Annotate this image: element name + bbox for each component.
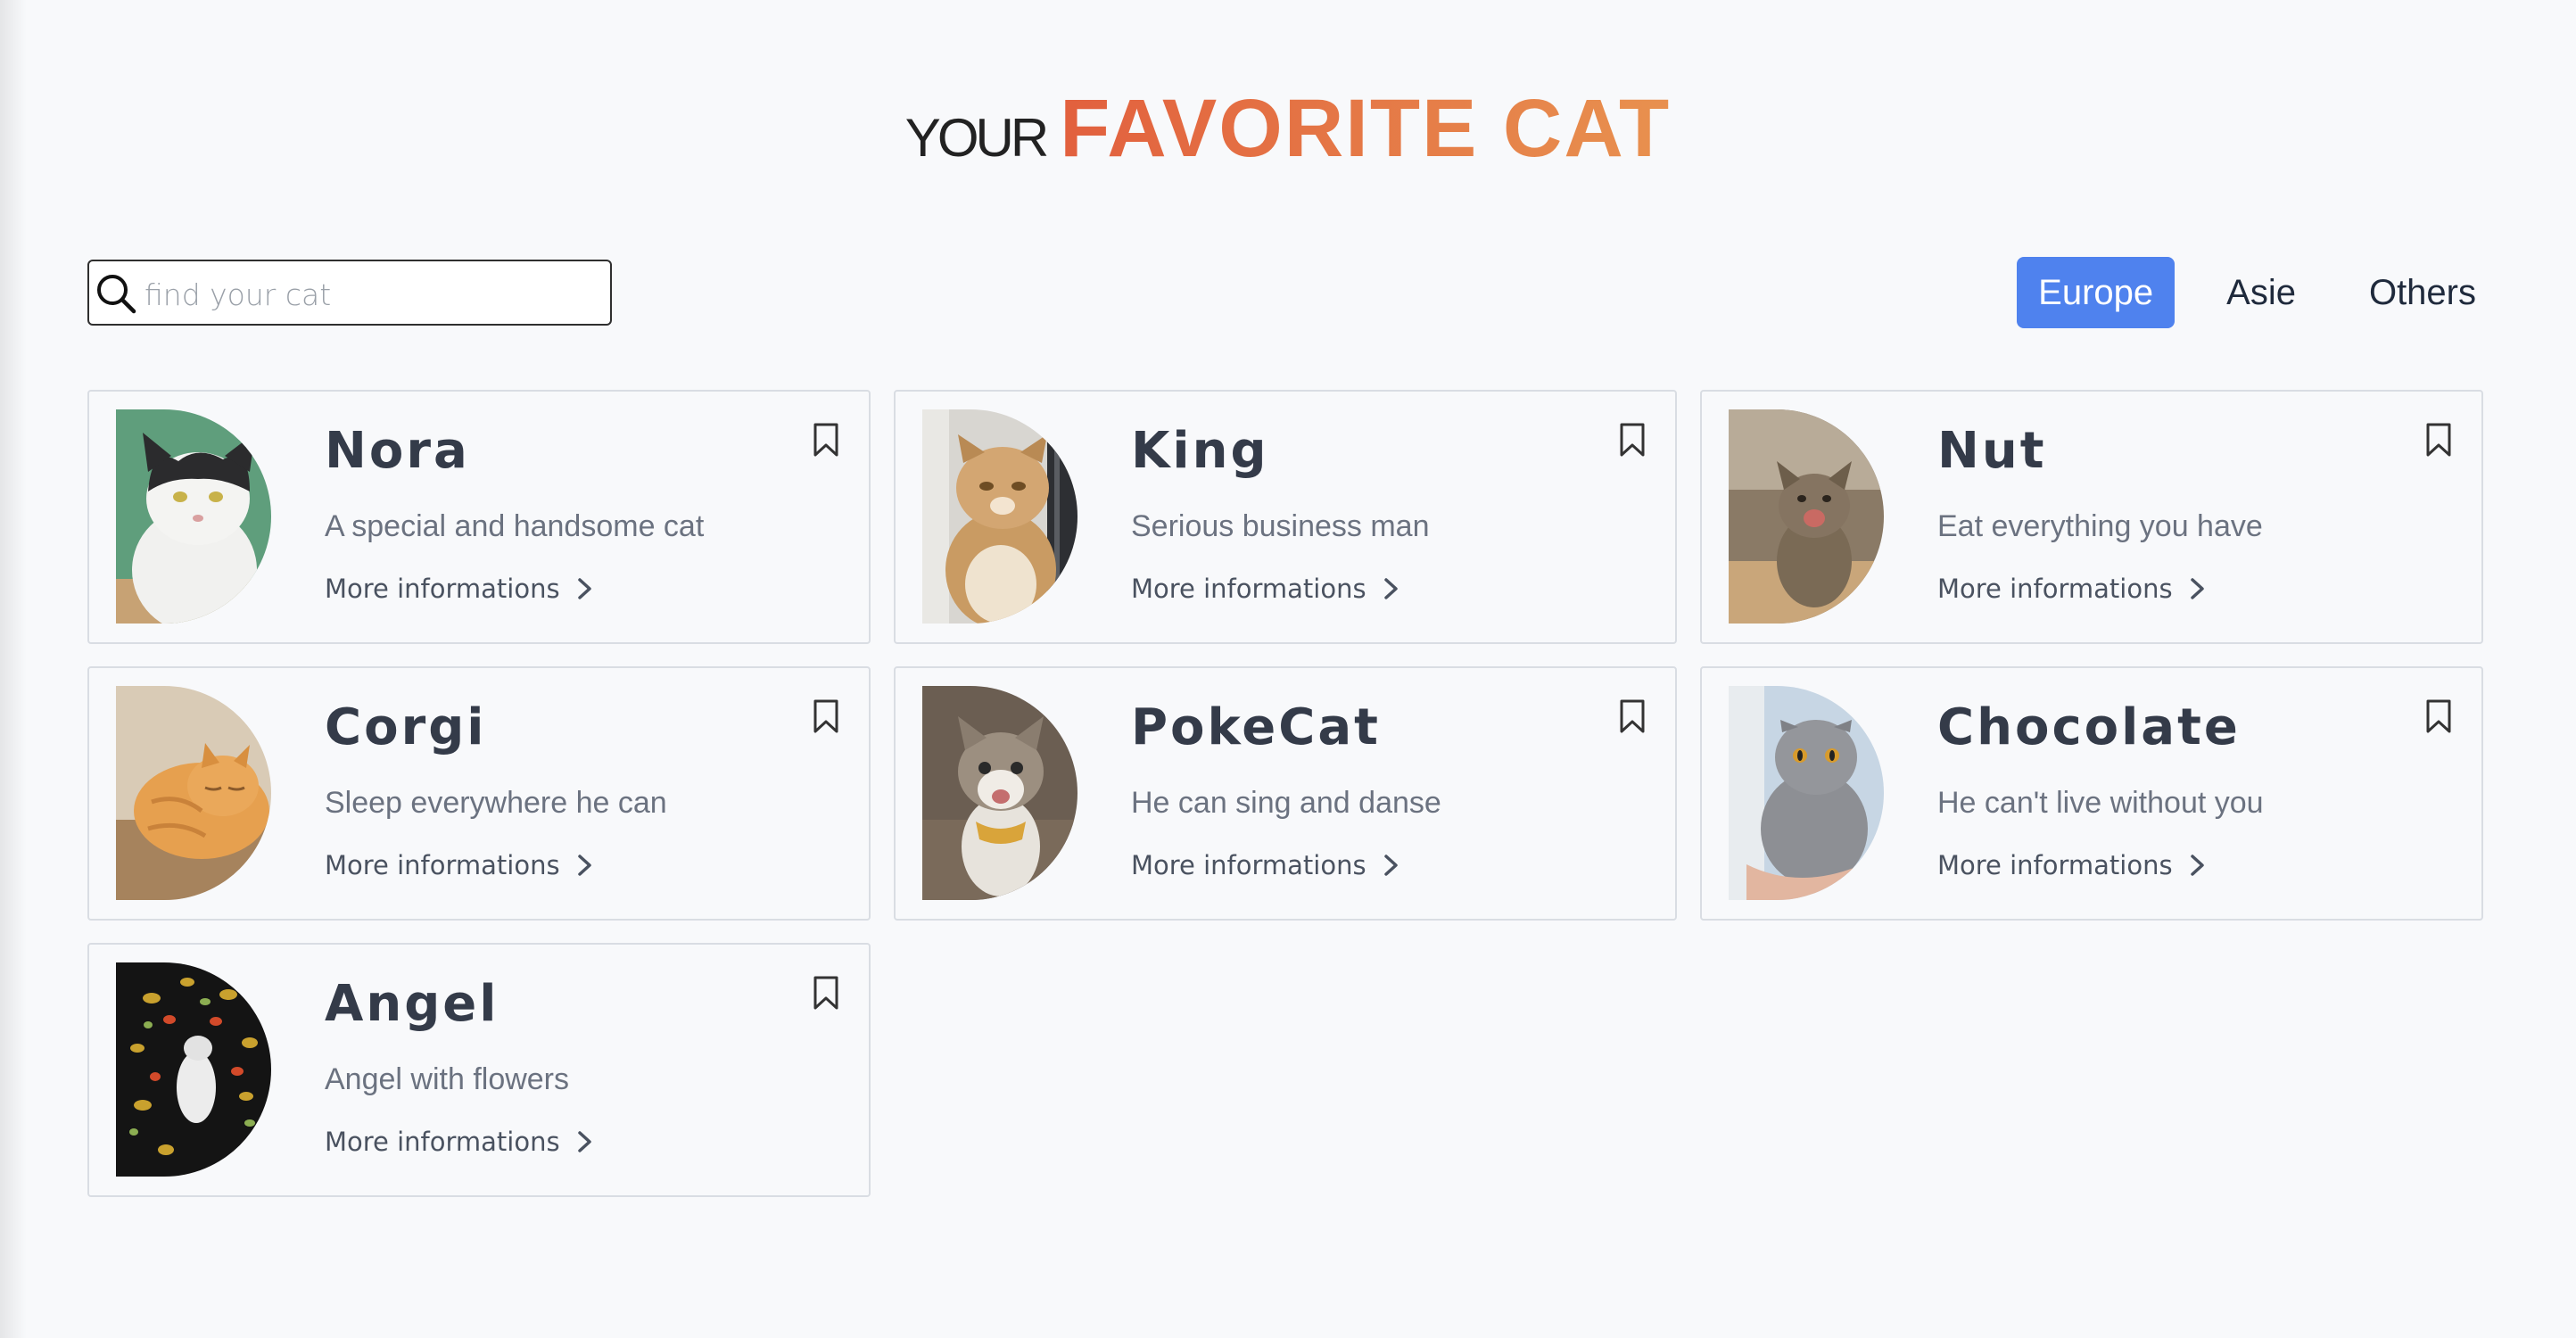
cat-description: Angel with flowers [325,1062,570,1096]
title-prefix: YOUR [904,108,1049,168]
more-info-link[interactable]: More informations [1131,574,1400,604]
bookmark-icon[interactable] [812,698,840,734]
cat-photo-image [922,686,1077,900]
more-info-link[interactable]: More informations [325,574,594,604]
chevron-right-icon [577,855,591,876]
cat-description: A special and handsome cat [325,509,705,543]
more-info-label: More informations [1937,850,2173,880]
cat-photo-chocolate [1729,686,1884,900]
cat-photo-image [116,962,271,1177]
more-info-label: More informations [325,850,560,880]
cat-photo-image [1729,686,1884,900]
cat-description: Sleep everywhere he can [325,786,667,820]
more-info-link[interactable]: More informations [325,850,594,880]
cat-description: Serious business man [1131,509,1430,543]
more-info-label: More informations [325,1127,560,1157]
chevron-right-icon [1383,855,1398,876]
cat-name: Chocolate [1937,698,2241,756]
chevron-right-icon [577,578,591,599]
cat-name: Angel [325,975,500,1033]
bookmark-icon[interactable] [2424,422,2453,458]
more-info-link[interactable]: More informations [1131,850,1400,880]
cat-card-nora: Nora A special and handsome cat More inf… [87,390,871,644]
more-info-label: More informations [1131,850,1366,880]
search-input[interactable] [143,268,601,320]
more-info-label: More informations [325,574,560,604]
tab-asie[interactable]: Asie [2205,257,2317,328]
tab-others[interactable]: Others [2348,257,2498,328]
chevron-right-icon [2190,855,2204,876]
cat-card-king: King Serious business man More informati… [894,390,1677,644]
cat-photo-nora [116,409,271,624]
search-box[interactable] [87,260,612,326]
cat-description: He can sing and danse [1131,786,1441,820]
cat-name: Nut [1937,422,2047,480]
page-edge-shadow [0,0,27,1338]
cat-card-chocolate: Chocolate He can't live without you More… [1700,666,2483,921]
bookmark-icon[interactable] [812,422,840,458]
search-icon [97,275,136,314]
cat-name: King [1131,422,1269,480]
cat-description: Eat everything you have [1937,509,2263,543]
cat-photo-king [922,409,1077,624]
more-info-link[interactable]: More informations [1937,850,2207,880]
bookmark-icon[interactable] [1618,422,1647,458]
page-title: YOUR FAVORITE CAT [0,82,2576,176]
cat-photo-image [922,409,1077,624]
cat-photo-pokecat [922,686,1077,900]
cat-card-pokecat: PokeCat He can sing and danse More infor… [894,666,1677,921]
cat-description: He can't live without you [1937,786,2264,820]
cat-name: PokeCat [1131,698,1381,756]
cat-photo-nut [1729,409,1884,624]
cat-card-corgi: Corgi Sleep everywhere he can More infor… [87,666,871,921]
bookmark-icon[interactable] [812,975,840,1011]
cat-card-nut: Nut Eat everything you have More informa… [1700,390,2483,644]
title-main: FAVORITE CAT [1060,83,1672,174]
chevron-right-icon [1383,578,1398,599]
cat-photo-corgi [116,686,271,900]
more-info-label: More informations [1131,574,1366,604]
bookmark-icon[interactable] [2424,698,2453,734]
more-info-label: More informations [1937,574,2173,604]
cat-photo-image [1729,409,1884,624]
more-info-link[interactable]: More informations [325,1127,594,1157]
region-tabs: Europe Asie Others [2017,257,2498,328]
more-info-link[interactable]: More informations [1937,574,2207,604]
cat-card-angel: Angel Angel with flowers More informatio… [87,943,871,1197]
chevron-right-icon [577,1131,591,1152]
bookmark-icon[interactable] [1618,698,1647,734]
cat-photo-angel [116,962,271,1177]
cat-name: Corgi [325,698,487,756]
cat-photo-image [116,409,271,624]
chevron-right-icon [2190,578,2204,599]
cat-name: Nora [325,422,470,480]
tab-europe[interactable]: Europe [2017,257,2176,328]
cat-photo-image [116,686,271,900]
